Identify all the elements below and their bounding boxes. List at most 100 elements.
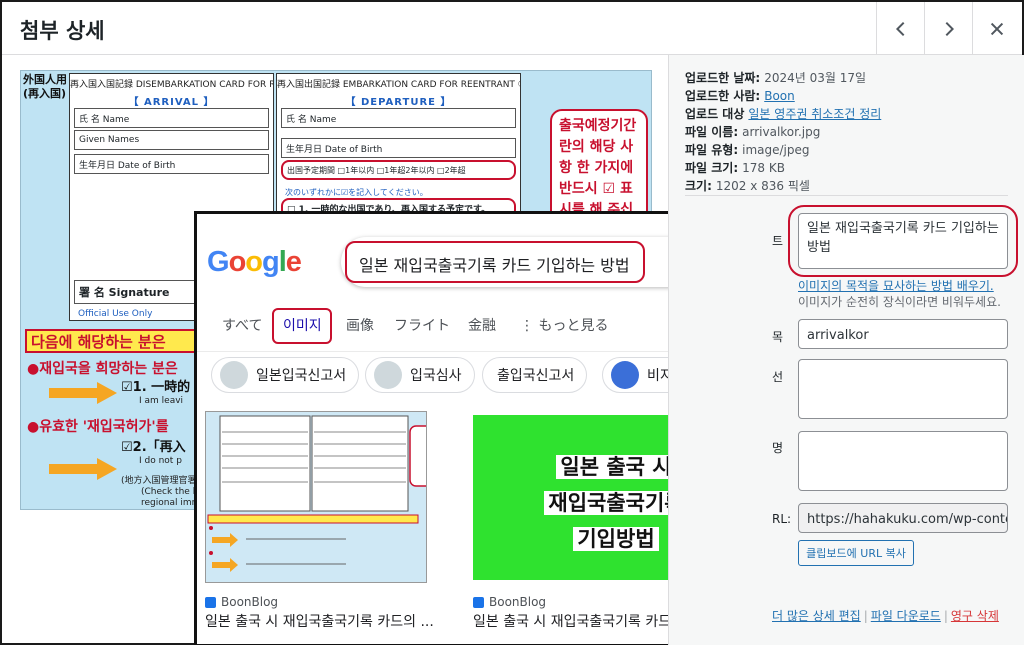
copy-url-button[interactable]: 클립보드에 URL 복사 xyxy=(798,540,914,566)
meta-label: 파일 유형: xyxy=(685,143,739,157)
thumbnail-title-text: 기입방법 xyxy=(573,527,659,551)
chip-thumbnail xyxy=(374,361,402,389)
uploaded-to-link[interactable]: 일본 영주권 취소조건 정리 xyxy=(748,107,881,121)
delete-permanently-link[interactable]: 영구 삭제 xyxy=(951,609,999,623)
card-row: Given Names xyxy=(74,130,269,150)
meta-value: 178 KB xyxy=(742,161,785,175)
meta-label: 업로드한 날짜: xyxy=(685,71,761,85)
attachment-details-modal: 첨부 상세 外国人用 (再入国) 再入国入国記録 DISEMBARKATION … xyxy=(0,0,1024,645)
site-favicon-icon xyxy=(205,596,216,608)
meta-value: 1202 x 836 픽셀 xyxy=(715,179,810,193)
thumbnail-form-graphic xyxy=(207,415,426,572)
card-row: 生年月日 Date of Birth xyxy=(74,154,269,174)
checked-option: ☑1. 一時的 xyxy=(121,380,191,395)
option-note: (地方入国管理官署で xyxy=(121,476,206,486)
checked-option: ☑2.「再入 xyxy=(121,440,186,455)
site-favicon-icon xyxy=(473,596,484,608)
meta-label: 크기: xyxy=(685,179,712,193)
file-url-field[interactable]: https://hahakuku.com/wp-conte xyxy=(798,503,1008,533)
google-logo-letter: e xyxy=(285,246,302,278)
tab-all[interactable]: すべて xyxy=(222,315,262,335)
result-source[interactable]: BoonBlog xyxy=(473,595,546,609)
official-use-label: Official Use Only xyxy=(78,309,153,319)
tab-flights[interactable]: フライト xyxy=(394,315,450,335)
separator: | xyxy=(863,609,868,623)
related-chip[interactable]: 출입국신고서 xyxy=(482,357,588,393)
result-source[interactable]: BoonBlog xyxy=(205,595,278,609)
alt-text-label: 트 xyxy=(772,234,784,248)
card-row: 生年月日 Date of Birth xyxy=(281,138,516,158)
chevron-right-icon xyxy=(945,21,954,36)
file-url-label: RL: xyxy=(772,512,792,526)
meta-label: 파일 이름: xyxy=(685,125,739,139)
meta-label: 업로드한 사람: xyxy=(685,89,761,103)
google-logo-letter: o xyxy=(228,246,247,278)
side-label-line: (再入国) xyxy=(23,87,67,100)
source-name: BoonBlog xyxy=(221,595,279,609)
card-tag: 【 DEPARTURE 】 xyxy=(345,97,452,108)
tab-finance[interactable]: 金融 xyxy=(468,315,496,335)
meta-file-name: 파일 이름: arrivalkor.jpg xyxy=(685,123,820,140)
related-chip[interactable]: 일본입국신고서 xyxy=(211,357,360,393)
source-name: BoonBlog xyxy=(489,595,547,609)
result-thumbnail[interactable] xyxy=(205,411,427,583)
card-row: 氏 名 Name xyxy=(281,108,516,128)
alt-help-link[interactable]: 이미지의 목적을 묘사하는 방법 배우기. xyxy=(798,277,994,294)
download-file-link[interactable]: 파일 다운로드 xyxy=(871,609,941,623)
tab-more[interactable]: ⋮ もっと見る xyxy=(520,315,608,335)
meta-file-size: 파일 크기: 178 KB xyxy=(685,159,785,176)
meta-dimensions: 크기: 1202 x 836 픽셀 xyxy=(685,177,810,194)
edit-more-details-link[interactable]: 더 많은 상세 편집 xyxy=(772,609,861,623)
meta-value: arrivalkor.jpg xyxy=(742,125,821,139)
separator: | xyxy=(943,609,948,623)
meta-file-type: 파일 유형: image/jpeg xyxy=(685,141,810,158)
chevron-left-icon xyxy=(895,21,904,36)
previous-button[interactable] xyxy=(876,2,924,55)
attachment-actions: 더 많은 상세 편집 | 파일 다운로드 | 영구 삭제 xyxy=(772,607,999,624)
orange-arrow-icon xyxy=(49,382,117,404)
close-button[interactable] xyxy=(972,2,1020,55)
description-label: 명 xyxy=(772,441,784,455)
chip-label: 일본입국신고서 xyxy=(256,368,347,384)
modal-title: 첨부 상세 xyxy=(20,19,105,43)
meta-uploaded-to: 업로드 대상 일본 영주권 취소조건 정리 xyxy=(685,105,881,122)
card-row-period: 出国予定期間 □1年以内 □1年超2年以内 □2年超 xyxy=(281,160,516,180)
option-subtext: I am leavi xyxy=(139,396,184,406)
chip-thumbnail xyxy=(611,361,639,389)
next-button[interactable] xyxy=(924,2,972,55)
title-field[interactable]: arrivalkor xyxy=(798,319,1008,349)
option-subtext: I do not p xyxy=(139,456,182,466)
google-logo-letter: g xyxy=(262,246,280,278)
notice-bullet: ●유효한 '재입국허가'를 xyxy=(27,419,169,435)
google-logo-letter: o xyxy=(245,246,263,278)
title-label: 목 xyxy=(772,330,784,344)
modal-header: 첨부 상세 xyxy=(2,2,1022,55)
meta-uploaded-by: 업로드한 사람: Boon xyxy=(685,87,795,104)
card-row: 氏 名 Name xyxy=(74,108,269,128)
meta-value: image/jpeg xyxy=(742,143,810,157)
chip-label: 출입국신고서 xyxy=(497,368,575,384)
thumbnail-title-text: 재입국출국기록 xyxy=(544,491,688,515)
alt-help-text: 이미지가 순전히 장식이라면 비워두세요. xyxy=(798,295,1001,309)
related-chip[interactable]: 입국심사 xyxy=(365,357,475,393)
description-field[interactable] xyxy=(798,431,1008,491)
meta-label: 업로드 대상 xyxy=(685,107,745,121)
meta-divider xyxy=(685,195,1008,196)
card-tag: 【 ARRIVAL 】 xyxy=(128,97,215,108)
chip-thumbnail xyxy=(220,361,248,389)
tab-highlight xyxy=(272,308,332,344)
orange-arrow-icon xyxy=(49,458,117,480)
meta-uploaded-date: 업로드한 날짜: 2024년 03월 17일 xyxy=(685,69,866,86)
card-heading: 再入国出国記録 EMBARKATION CARD FOR REENTRANT ① xyxy=(277,80,520,90)
result-caption[interactable]: 일본 출국 시 재입국출국기록 카드의 ... xyxy=(205,611,455,631)
uploader-link[interactable]: Boon xyxy=(764,89,795,103)
google-logo-letter: l xyxy=(278,246,287,278)
close-icon xyxy=(990,22,1003,35)
alt-text-highlight xyxy=(788,205,1018,277)
meta-value: 2024년 03월 17일 xyxy=(764,71,867,85)
tab-images-jp[interactable]: 画像 xyxy=(346,315,374,335)
google-logo-letter: G xyxy=(207,246,230,278)
notice-bullet: ●재입국을 희망하는 분은 xyxy=(27,361,178,377)
side-label-line: 外国人用 xyxy=(23,73,67,86)
caption-field[interactable] xyxy=(798,359,1008,419)
